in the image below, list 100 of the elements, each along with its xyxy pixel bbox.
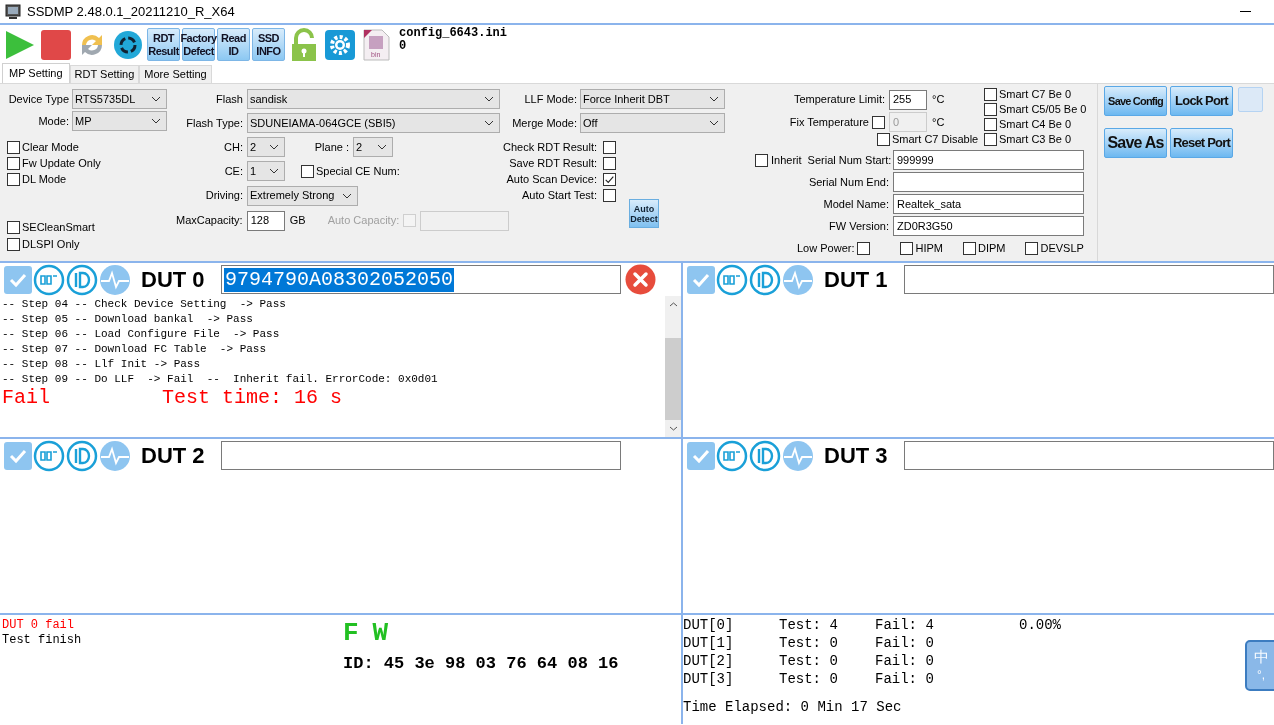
stop-button[interactable] (39, 27, 73, 62)
checkbox[interactable] (7, 221, 20, 234)
serial-field[interactable] (221, 441, 621, 470)
settings-button[interactable] (323, 27, 357, 62)
stat-value: Fail: 0 (875, 652, 935, 670)
tab[interactable]: RDT Setting (69, 65, 140, 83)
chevron-down-icon (484, 96, 494, 102)
serial-field[interactable] (904, 441, 1274, 470)
stat-value: Test: 4 (779, 616, 839, 634)
serial-field[interactable]: 9794790A08302052050 (221, 265, 621, 294)
serial-field[interactable] (904, 265, 1274, 294)
checkbox[interactable] (4, 441, 32, 470)
dropdown[interactable]: SDUNEIAMA-064GCE (SBI5) (247, 113, 500, 133)
checkbox[interactable] (603, 141, 616, 154)
tab[interactable]: MP Setting (2, 63, 70, 83)
checkbox[interactable] (687, 265, 715, 294)
input-field[interactable]: 255 (889, 89, 927, 110)
checkbox[interactable] (857, 241, 871, 255)
checkmark-icon (604, 174, 615, 185)
toolbar-button[interactable]: Factory Defect (182, 28, 215, 61)
checkbox[interactable] (1025, 241, 1039, 255)
checkbox[interactable] (7, 238, 20, 251)
field-label: Auto Capacity: (327, 213, 400, 229)
chevron-down-icon[interactable] (668, 426, 678, 431)
dropdown[interactable]: 2 (247, 137, 285, 157)
toolbar-button[interactable]: Save Config (1104, 86, 1167, 116)
dropdown[interactable]: 2 (353, 137, 393, 157)
checkbox[interactable] (984, 132, 997, 146)
field-label: Temperature Limit: (792, 92, 885, 108)
checkbox[interactable] (877, 132, 890, 146)
rdt-icon[interactable] (716, 439, 748, 472)
stat-value: Test: 0 (779, 652, 839, 670)
id-icon[interactable] (749, 263, 781, 296)
id-icon[interactable] (66, 439, 98, 472)
field-label: °C (932, 114, 945, 130)
rdt-icon[interactable] (33, 263, 65, 296)
checkbox[interactable] (7, 156, 20, 170)
dut-label: DUT 0 (141, 266, 206, 294)
checkbox[interactable] (603, 157, 616, 170)
dut-label: DUT 2 (141, 442, 206, 470)
checkbox[interactable] (7, 140, 20, 154)
checkbox[interactable] (603, 173, 616, 186)
checkbox[interactable] (984, 87, 997, 101)
field-label: Serial Num End: (807, 174, 889, 190)
close-icon[interactable] (625, 264, 656, 295)
toolbar-button[interactable]: Reset Port (1170, 128, 1233, 158)
field-label: Special CE Num: (316, 163, 400, 179)
dropdown[interactable]: Extremely Strong (247, 185, 358, 206)
field-label: LLF Mode: (523, 91, 577, 107)
field-label: Smart C4 Be 0 (999, 116, 1072, 132)
field-label: Clear Mode (22, 139, 79, 155)
app-icon (5, 3, 21, 20)
dropdown[interactable]: Force Inherit DBT (580, 89, 725, 109)
checkbox[interactable] (4, 265, 32, 294)
checkbox[interactable] (963, 241, 976, 255)
auto-detect-button[interactable]: Auto Detect (629, 199, 659, 228)
chevron-down-icon (377, 144, 387, 150)
id-icon[interactable] (749, 439, 781, 472)
field-label: DEVSLP (1040, 240, 1084, 256)
input-field[interactable]: 128 (246, 210, 285, 231)
toolbar-button[interactable]: SSD INFO (252, 28, 285, 61)
stat-value: Fail: 0 (875, 634, 935, 652)
dropdown[interactable]: 1 (247, 161, 285, 181)
chevron-up-icon[interactable] (668, 302, 678, 307)
dropdown[interactable]: RTS5735DL (72, 89, 167, 109)
field-label: Auto Start Test: (521, 188, 597, 204)
field-label: DL Mode (22, 171, 67, 187)
scrollbar[interactable] (665, 296, 681, 437)
field-label: Driving: (204, 188, 243, 204)
input-field[interactable]: Realtek_sata (893, 194, 1084, 214)
input-field[interactable]: 999999 (893, 150, 1084, 170)
toolbar-button[interactable]: Save As (1104, 128, 1167, 158)
input-field[interactable] (893, 172, 1084, 192)
flash-id: ID: 45 3e 98 03 76 64 08 16 (343, 653, 620, 675)
dropdown[interactable]: sandisk (247, 89, 500, 109)
toolbar-button[interactable]: Read ID (217, 28, 250, 61)
checkbox[interactable] (984, 102, 997, 116)
dropdown[interactable]: Off (580, 113, 725, 133)
flag-letter: W (372, 618, 389, 648)
tab[interactable]: More Setting (139, 65, 212, 83)
checkbox[interactable] (7, 172, 20, 186)
checkbox[interactable] (900, 241, 914, 255)
input-field[interactable] (420, 210, 509, 231)
checkbox[interactable] (301, 164, 314, 178)
checkbox[interactable] (687, 441, 715, 470)
rdt-icon[interactable] (33, 439, 65, 472)
field-label: Mode: (37, 113, 69, 129)
field-label: Smart C3 Be 0 (999, 131, 1072, 147)
checkbox[interactable] (755, 153, 768, 167)
id-icon[interactable] (66, 263, 98, 296)
dropdown[interactable]: MP (72, 111, 167, 131)
rdt-icon[interactable] (716, 263, 748, 296)
field-label: GB (289, 213, 306, 229)
stat-value: Test: 0 (779, 634, 839, 652)
toolbar-button[interactable]: RDT Result (147, 28, 180, 61)
toolbar-button[interactable]: Lock Port (1170, 86, 1233, 116)
checkbox[interactable] (603, 189, 616, 202)
input-field[interactable]: ZD0R3G50 (893, 216, 1084, 236)
field-label: Save RDT Result: (508, 156, 597, 172)
checkbox[interactable] (984, 117, 997, 131)
